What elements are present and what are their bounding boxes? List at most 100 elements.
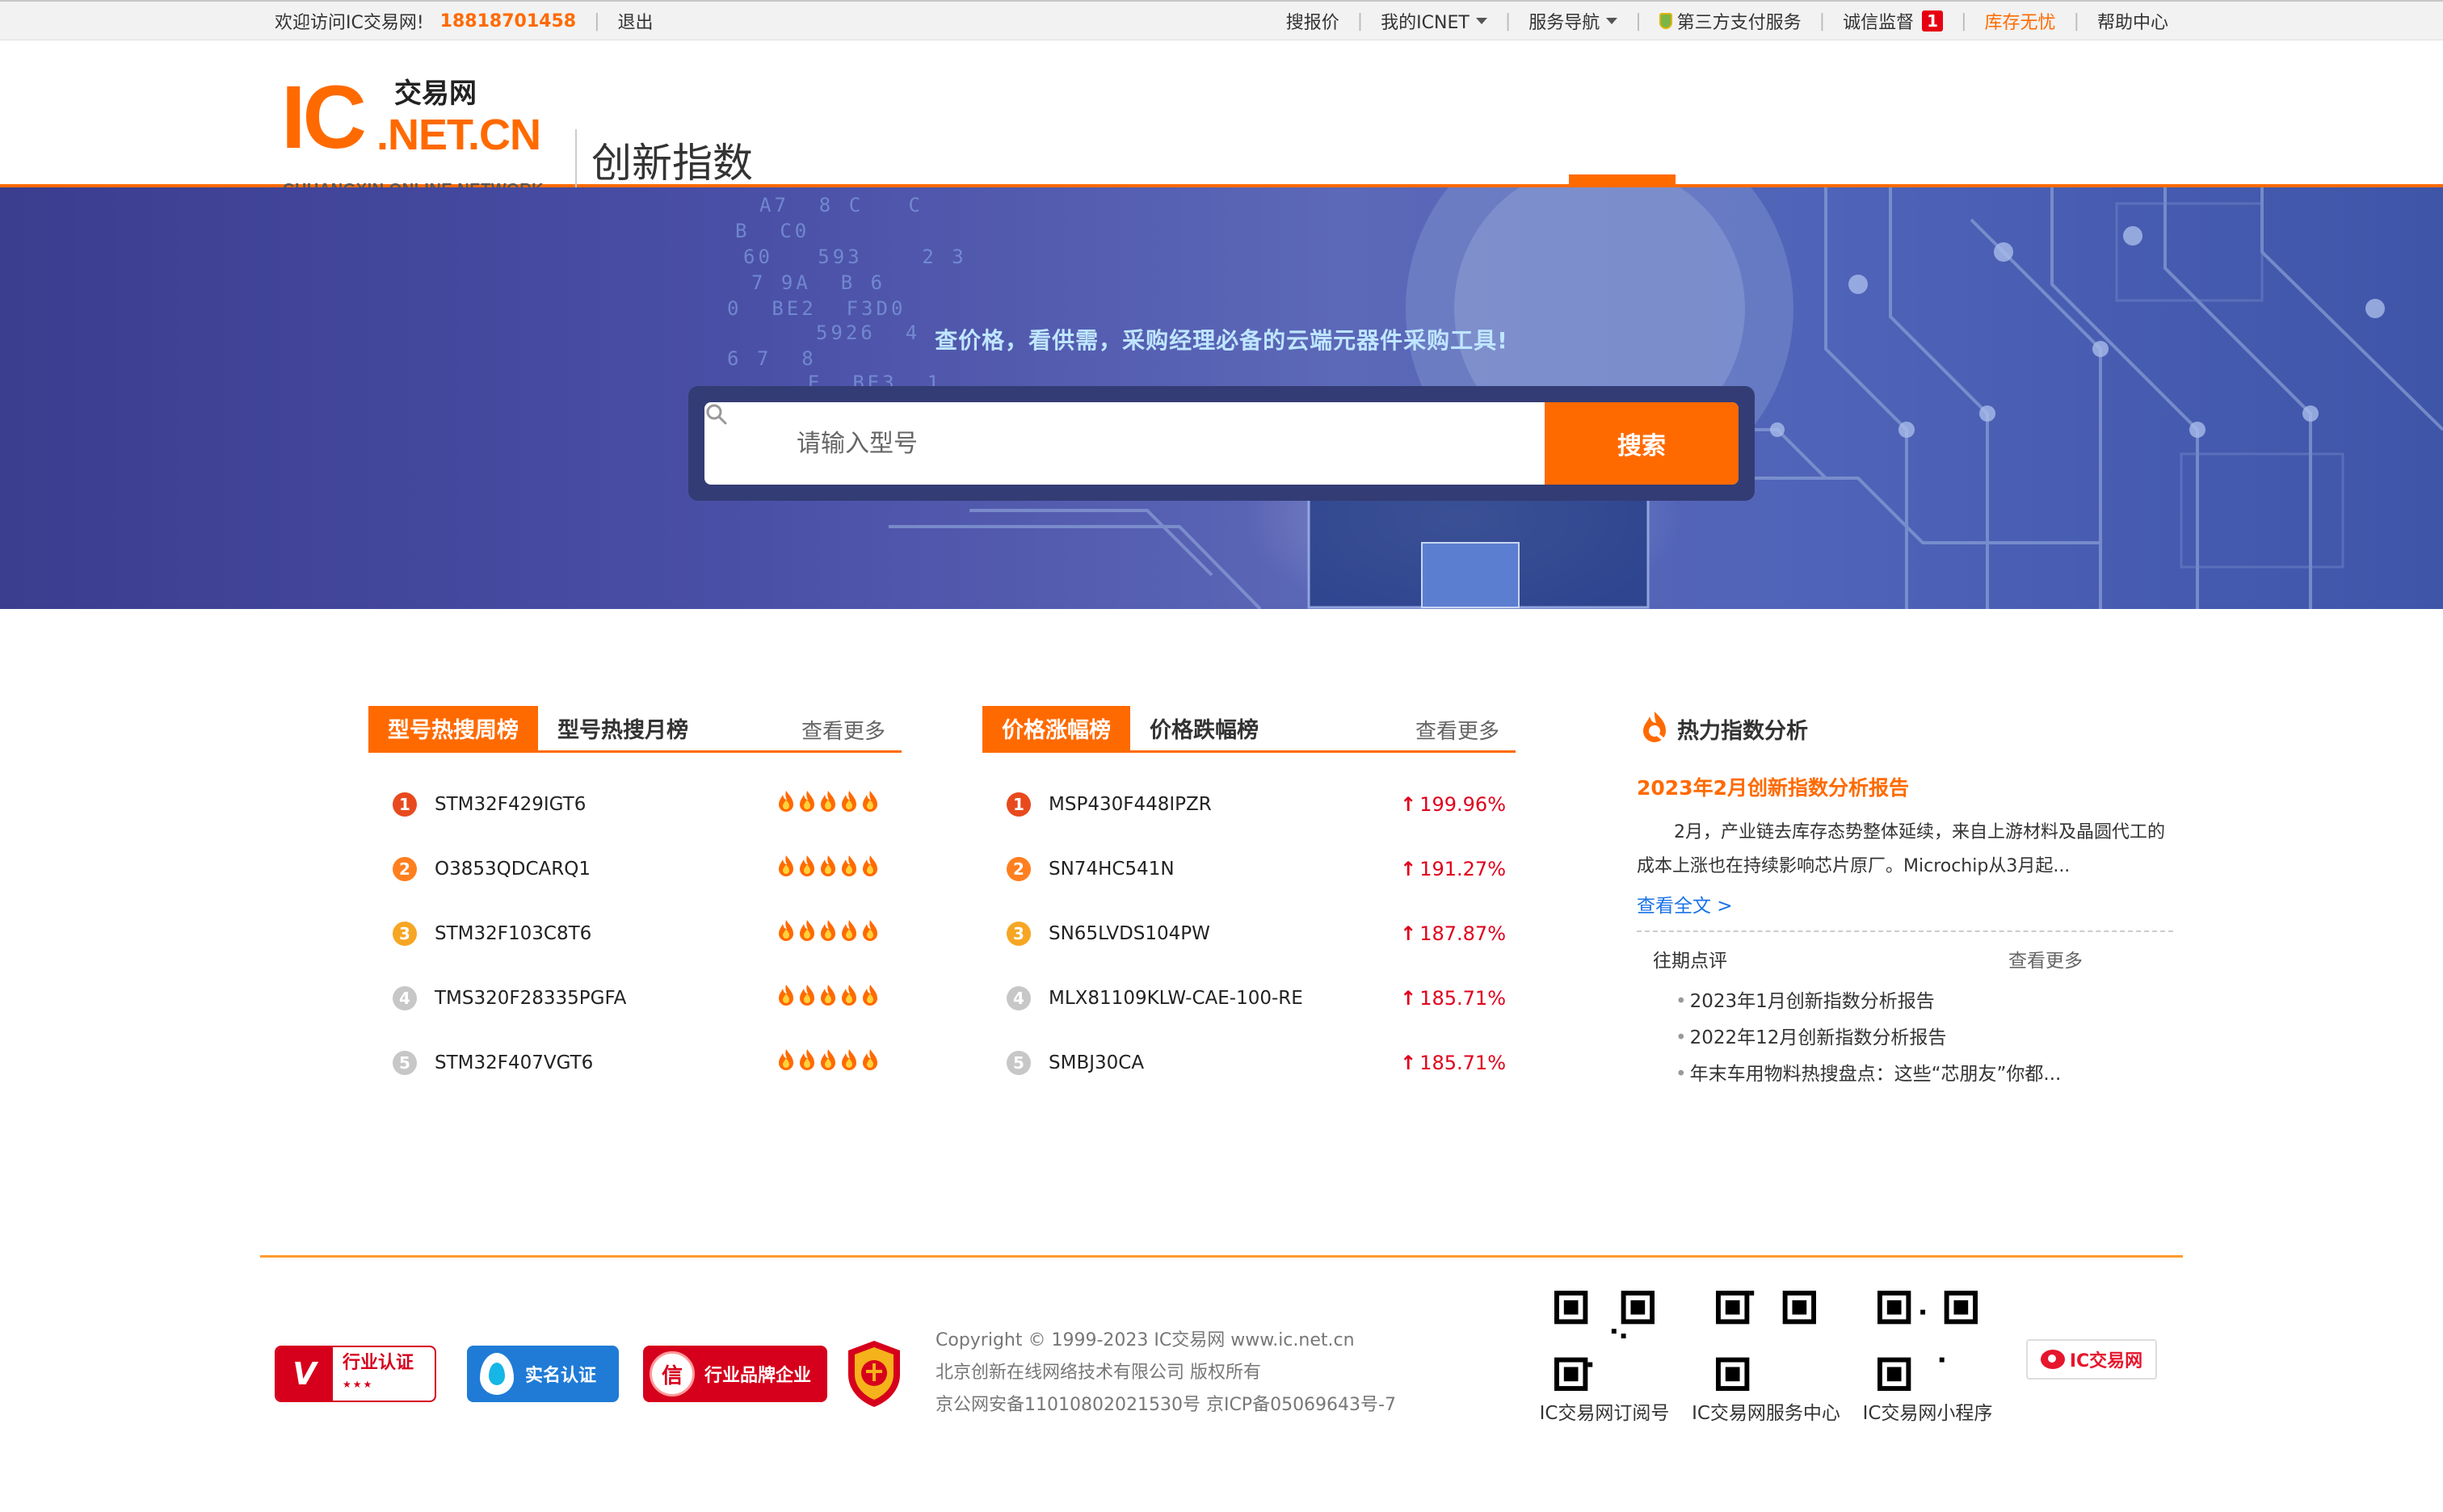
flame-icon bbox=[840, 919, 858, 947]
price-change-more-link[interactable]: 查看更多 bbox=[1415, 706, 1499, 753]
search-icon bbox=[704, 402, 782, 485]
price-change-row[interactable]: 3 SN65LVDS104PW ↑ 187.87% bbox=[982, 901, 1516, 966]
hot-search-row[interactable]: 4 TMS320F28335PGFA bbox=[368, 966, 902, 1031]
part-number-link[interactable]: STM32F103C8T6 bbox=[435, 923, 591, 944]
flame-icon bbox=[798, 1048, 816, 1076]
report-title-link[interactable]: 2023年2月创新指数分析报告 bbox=[1637, 772, 2173, 801]
analysis-panel: 热力指数分析 2023年2月创新指数分析报告 2月，产业链去库存态势整体延续，来… bbox=[1637, 706, 2173, 1093]
icp-line[interactable]: 京公网安备11010802021530号 京ICP备05069643号-7 bbox=[936, 1389, 1396, 1422]
top-link-label: 服务导航 bbox=[1528, 13, 1600, 33]
top-link-label: 诚信监督 bbox=[1843, 13, 1915, 33]
heat-rating bbox=[777, 855, 879, 882]
part-number-link[interactable]: MLX81109KLW-CAE-100-RE bbox=[1049, 988, 1303, 1009]
tab-price-fall[interactable]: 价格跌幅榜 bbox=[1130, 706, 1278, 750]
flame-icon bbox=[819, 1048, 837, 1076]
top-link-5[interactable]: 诚信监督 1 bbox=[1843, 8, 1944, 34]
price-change-row[interactable]: 2 SN74HC541N ↑ 191.27% bbox=[982, 837, 1516, 901]
price-change-row[interactable]: 5 SMBJ30CA ↑ 185.71% bbox=[982, 1031, 1516, 1095]
flame-icon bbox=[798, 919, 816, 947]
hot-search-row[interactable]: 5 STM32F407VGT6 bbox=[368, 1031, 902, 1095]
copyright-block: Copyright © 1999-2023 IC交易网 www.ic.net.c… bbox=[936, 1325, 1396, 1422]
weibo-link[interactable]: IC交易网 bbox=[2026, 1339, 2157, 1380]
flame-icon bbox=[840, 984, 858, 1011]
qr-code-icon bbox=[1716, 1291, 1816, 1391]
flame-icon bbox=[777, 984, 795, 1011]
rank-badge: 1 bbox=[1007, 792, 1031, 817]
top-link-2[interactable]: 我的ICNET bbox=[1381, 8, 1487, 34]
site-logo[interactable]: IC 交易网 .NET.CN CHUANGXIN ONLINE NETWORK bbox=[281, 69, 561, 200]
past-review-link[interactable]: 2023年1月创新指数分析报告 bbox=[1676, 984, 2173, 1020]
tab-monthly[interactable]: 型号热搜月榜 bbox=[538, 706, 708, 750]
past-reviews-list: 2023年1月创新指数分析报告2022年12月创新指数分析报告年末车用物料热搜盘… bbox=[1676, 984, 2173, 1093]
hot-search-row[interactable]: 3 STM32F103C8T6 bbox=[368, 901, 902, 966]
search-button[interactable]: 搜索 bbox=[1545, 402, 1739, 485]
price-change-value: ↑ 191.27% bbox=[1400, 837, 1506, 901]
read-more-link[interactable]: 查看全文 > bbox=[1637, 890, 2173, 918]
price-change-row[interactable]: 1 MSP430F448IPZR ↑ 199.96% bbox=[982, 772, 1516, 837]
search-box: 搜索 bbox=[704, 402, 1739, 485]
brand-cert-badge[interactable]: 信 行业品牌企业 bbox=[643, 1346, 827, 1402]
price-change-value: ↑ 199.96% bbox=[1400, 772, 1506, 837]
flame-icon bbox=[861, 790, 879, 817]
qr-code-icon bbox=[1877, 1291, 1978, 1391]
part-number-link[interactable]: TMS320F28335PGFA bbox=[435, 988, 626, 1009]
hot-search-row[interactable]: 1 STM32F429IGT6 bbox=[368, 772, 902, 837]
top-link-3[interactable]: 服务导航 bbox=[1528, 8, 1618, 34]
analysis-heading: 热力指数分析 bbox=[1677, 718, 1808, 744]
past-review-link[interactable]: 年末车用物料热搜盘点：这些“芯朋友”你都... bbox=[1676, 1056, 2173, 1093]
part-number-link[interactable]: SN74HC541N bbox=[1049, 859, 1175, 880]
top-link-1[interactable]: 搜报价 bbox=[1286, 8, 1339, 34]
divider: | bbox=[2073, 10, 2079, 32]
shield-seal-icon bbox=[848, 1341, 900, 1407]
part-number-link[interactable]: O3853QDCARQ1 bbox=[435, 859, 591, 880]
past-reviews-header: 往期点评 查看更多 bbox=[1637, 945, 2173, 972]
divider: | bbox=[1504, 10, 1512, 32]
top-link-4[interactable]: 第三方支付服务 bbox=[1659, 8, 1802, 34]
part-number-link[interactable]: STM32F429IGT6 bbox=[435, 794, 586, 815]
hot-search-panel: 型号热搜周榜 型号热搜月榜 查看更多 1 STM32F429IGT6 2 O3853Q… bbox=[368, 706, 902, 1095]
price-change-tabs: 价格涨幅榜 价格跌幅榜 查看更多 bbox=[982, 706, 1516, 753]
hot-search-row[interactable]: 2 O3853QDCARQ1 bbox=[368, 837, 902, 901]
percent-text: 187.87% bbox=[1419, 922, 1506, 945]
top-links: 搜报价 | 我的ICNET | 服务导航 | 第三方支付服务 | 诚信监督 1 | 库存无忧 | 帮助中心 bbox=[1286, 8, 2168, 34]
industry-cert-badge[interactable]: V 行业认证 ★★★ bbox=[275, 1346, 436, 1402]
shield-seal-badge[interactable] bbox=[845, 1339, 903, 1409]
logo-divider bbox=[575, 129, 577, 194]
part-number-link[interactable]: STM32F407VGT6 bbox=[435, 1052, 593, 1073]
rank-badge: 1 bbox=[393, 792, 417, 817]
header: IC 交易网 .NET.CN CHUANGXIN ONLINE NETWORK … bbox=[0, 40, 2443, 228]
dashed-divider bbox=[1637, 930, 2173, 932]
heat-rating bbox=[777, 984, 879, 1011]
past-review-link[interactable]: 2022年12月创新指数分析报告 bbox=[1676, 1020, 2173, 1056]
flame-icon bbox=[798, 984, 816, 1011]
part-number-link[interactable]: SMBJ30CA bbox=[1049, 1052, 1144, 1073]
tab-weekly[interactable]: 型号热搜周榜 bbox=[368, 706, 538, 750]
price-change-row[interactable]: 4 MLX81109KLW-CAE-100-RE ↑ 185.71% bbox=[982, 966, 1516, 1031]
drop-icon bbox=[480, 1353, 514, 1395]
search-input[interactable] bbox=[782, 402, 1545, 485]
tab-price-rise[interactable]: 价格涨幅榜 bbox=[982, 706, 1130, 750]
qr-caption: IC交易网小程序 bbox=[1862, 1403, 1993, 1424]
price-change-panel: 价格涨幅榜 价格跌幅榜 查看更多 1 MSP430F448IPZR ↑ 199.96%… bbox=[982, 706, 1516, 1095]
rank-badge: 4 bbox=[393, 986, 417, 1010]
part-number-link[interactable]: SN65LVDS104PW bbox=[1049, 923, 1210, 944]
part-number-link[interactable]: MSP430F448IPZR bbox=[1049, 794, 1212, 815]
logout-link[interactable]: 退出 bbox=[617, 8, 653, 34]
past-reviews-more-link[interactable]: 查看更多 bbox=[2008, 945, 2083, 972]
rank-badge: 4 bbox=[1007, 986, 1031, 1010]
price-change-value: ↑ 187.87% bbox=[1400, 901, 1506, 966]
hot-search-list: 1 STM32F429IGT6 2 O3853QDCARQ1 3 STM32F103C8T… bbox=[368, 772, 902, 1095]
background-digit-line: 7 9A B 6 bbox=[751, 271, 886, 294]
arrow-up-icon: ↑ bbox=[1400, 793, 1417, 816]
top-link-6[interactable]: 库存无忧 bbox=[1985, 8, 2056, 34]
flame-icon bbox=[840, 855, 858, 882]
cert-stars: ★★★ bbox=[343, 1379, 374, 1390]
price-change-value: ↑ 185.71% bbox=[1400, 966, 1506, 1031]
heat-rating bbox=[777, 1048, 879, 1076]
flame-icon bbox=[777, 1048, 795, 1076]
hot-search-more-link[interactable]: 查看更多 bbox=[801, 706, 885, 753]
realname-cert-badge[interactable]: 实名认证 bbox=[467, 1346, 619, 1402]
flame-icon bbox=[861, 919, 879, 947]
top-link-7[interactable]: 帮助中心 bbox=[2097, 8, 2168, 34]
flame-icon bbox=[798, 855, 816, 882]
